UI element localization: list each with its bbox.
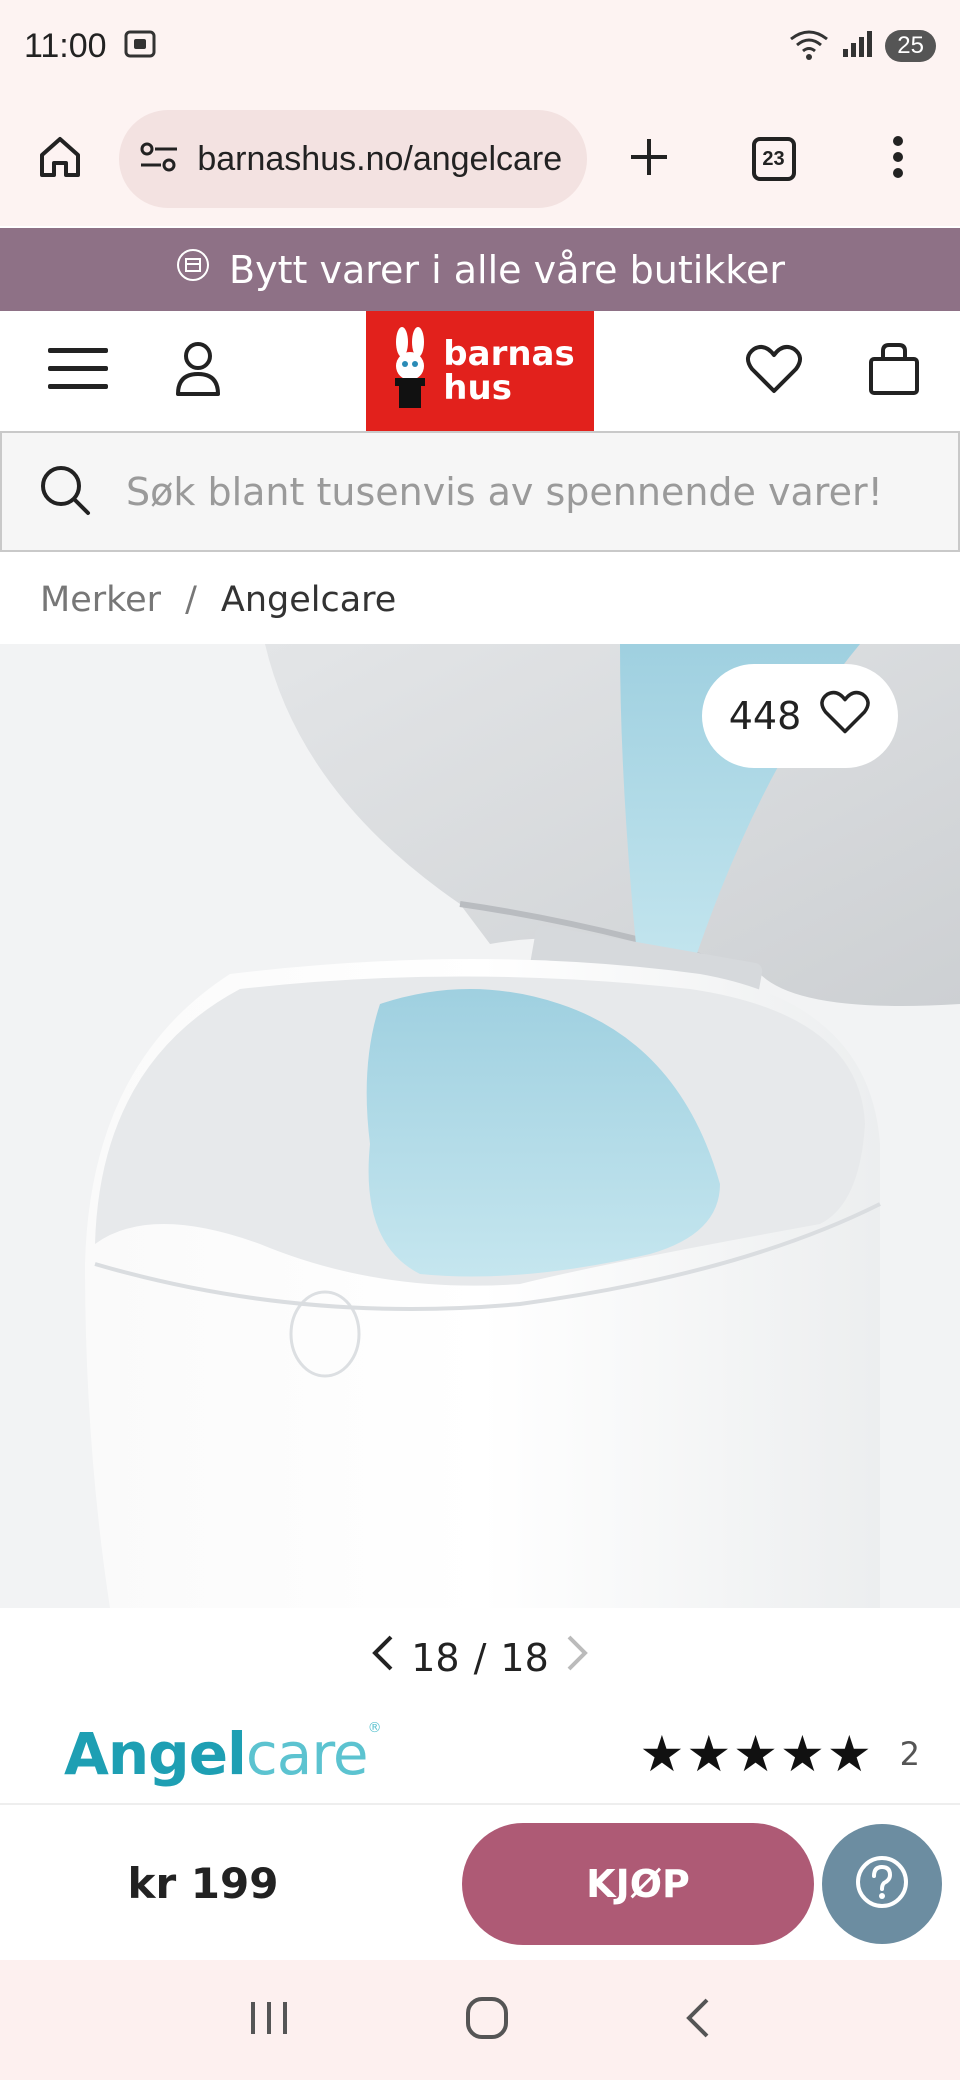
favorite-count-button[interactable]: 448 xyxy=(702,664,898,768)
brand-registered-mark: ® xyxy=(367,1720,382,1736)
wifi-icon xyxy=(787,27,831,65)
url-text: barnashus.no/angelcare xyxy=(197,139,563,178)
breadcrumb-merker[interactable]: Merker xyxy=(40,580,161,620)
logo-line1: barnas xyxy=(443,334,575,374)
more-vert-icon xyxy=(892,135,904,183)
site-header: barnas hus xyxy=(0,311,960,431)
account-button[interactable] xyxy=(138,311,258,431)
buy-bar: kr 199 KJØP xyxy=(0,1807,960,1960)
product-price: kr 199 xyxy=(127,1859,279,1908)
search-input[interactable]: Søk blant tusenvis av spennende varer! xyxy=(126,470,883,514)
system-nav-bar xyxy=(0,1960,960,2080)
pager-current: 18 xyxy=(411,1635,460,1680)
heart-icon xyxy=(819,689,871,744)
hamburger-icon xyxy=(46,344,110,398)
breadcrumb-separator: / xyxy=(185,580,197,620)
next-image-button[interactable] xyxy=(563,1633,591,1682)
question-icon xyxy=(854,1854,910,1914)
new-tab-button[interactable] xyxy=(587,92,711,226)
logo-line2: hus xyxy=(443,368,512,408)
brand-logo-part1: Angel xyxy=(64,1720,247,1788)
battery-indicator: 25 xyxy=(885,30,936,62)
home-circle-icon xyxy=(465,1997,509,2044)
pager-separator: / xyxy=(473,1635,487,1680)
tune-icon[interactable] xyxy=(139,139,179,179)
browser-menu-button[interactable] xyxy=(836,92,960,226)
pager-total: 18 xyxy=(500,1635,549,1680)
brand-rating-row: Angelcare® ★★★★★ 2 xyxy=(0,1705,960,1805)
exchange-box-icon xyxy=(175,247,211,292)
menu-button[interactable] xyxy=(18,311,138,431)
address-bar[interactable]: barnashus.no/angelcare xyxy=(119,110,588,208)
image-pager: 18 / 18 xyxy=(0,1610,960,1705)
search-bar[interactable]: Søk blant tusenvis av spennende varer! xyxy=(0,431,960,552)
home-nav-button[interactable] xyxy=(465,1996,509,2044)
signal-icon xyxy=(841,29,875,63)
home-icon xyxy=(36,133,84,185)
favorite-count: 448 xyxy=(728,694,802,738)
breadcrumb-angelcare: Angelcare xyxy=(220,580,397,620)
diaper-bin-illustration xyxy=(0,644,960,1608)
rating[interactable]: ★★★★★ 2 xyxy=(640,1725,920,1783)
promo-banner[interactable]: Bytt varer i alle våre butikker xyxy=(0,228,960,311)
product-image[interactable]: 448 xyxy=(0,644,960,1608)
chevron-left-icon xyxy=(369,1635,397,1682)
wishlist-button[interactable] xyxy=(714,311,834,431)
bag-icon xyxy=(867,341,921,401)
site-logo[interactable]: barnas hus xyxy=(366,311,594,431)
plus-icon xyxy=(627,135,671,183)
buy-button[interactable]: KJØP xyxy=(462,1822,814,1945)
brand-logo[interactable]: Angelcare® xyxy=(64,1720,382,1788)
home-button[interactable] xyxy=(0,92,119,226)
user-icon xyxy=(173,340,223,402)
rabbit-hat-icon xyxy=(385,326,435,416)
heart-icon xyxy=(745,343,803,399)
recents-icon xyxy=(247,2002,291,2042)
tabs-button[interactable]: 23 xyxy=(711,92,835,226)
breadcrumb: Merker / Angelcare xyxy=(40,570,396,630)
recents-button[interactable] xyxy=(247,1998,291,2042)
help-button[interactable] xyxy=(822,1823,942,1944)
brand-logo-part2: care xyxy=(245,1720,369,1788)
chevron-right-icon xyxy=(563,1635,591,1682)
status-time: 11:00 xyxy=(24,26,107,65)
rating-count: 2 xyxy=(899,1735,920,1773)
back-icon xyxy=(683,1998,713,2044)
prev-image-button[interactable] xyxy=(369,1633,397,1682)
cart-button[interactable] xyxy=(834,311,954,431)
screenshot-icon xyxy=(123,27,157,65)
search-icon[interactable] xyxy=(38,463,92,521)
promo-text: Bytt varer i alle våre butikker xyxy=(229,247,785,292)
browser-toolbar: barnashus.no/angelcare 23 xyxy=(0,92,960,226)
rating-stars: ★★★★★ xyxy=(639,1725,874,1783)
status-bar: 11:00 25 xyxy=(0,0,960,92)
tab-count: 23 xyxy=(751,137,796,181)
back-nav-button[interactable] xyxy=(683,1996,713,2044)
